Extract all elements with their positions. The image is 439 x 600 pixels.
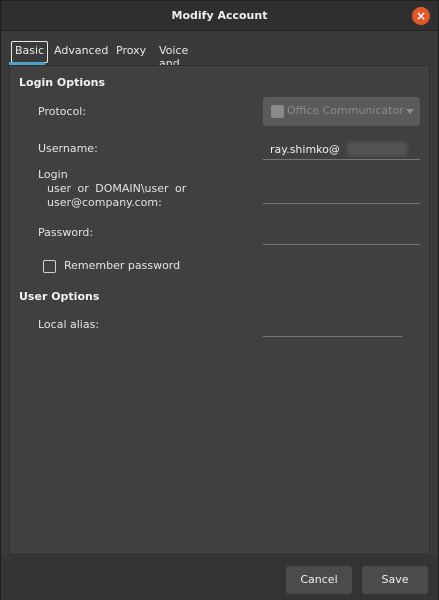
- window-title: Modify Account: [171, 9, 268, 22]
- titlebar: Modify Account ×: [1, 1, 438, 31]
- user-options-heading: User Options: [19, 290, 100, 303]
- redacted-domain: [347, 142, 407, 156]
- password-field[interactable]: [263, 223, 420, 245]
- remember-password-checkbox[interactable]: [43, 260, 56, 273]
- remember-password-label[interactable]: Remember password: [64, 259, 180, 273]
- protocol-icon: [271, 105, 284, 118]
- login-field[interactable]: [263, 182, 420, 204]
- protocol-value: Office Communicator: [287, 104, 404, 117]
- cancel-button[interactable]: Cancel: [286, 566, 352, 594]
- username-field[interactable]: ray.shimko@: [263, 138, 420, 160]
- protocol-label: Protocol:: [38, 105, 87, 118]
- password-label: Password:: [38, 226, 94, 239]
- local-alias-field[interactable]: [263, 315, 402, 337]
- protocol-select[interactable]: Office Communicator: [263, 97, 420, 126]
- login-options-heading: Login Options: [19, 76, 106, 89]
- tab-basic[interactable]: Basic: [11, 41, 49, 63]
- local-alias-label: Local alias:: [38, 318, 100, 331]
- save-button[interactable]: Save: [362, 566, 428, 594]
- login-hint-line1: user or DOMAIN\user or: [47, 182, 187, 195]
- modify-account-dialog: Modify Account × Basic Advanced Proxy Vo…: [0, 0, 439, 600]
- login-hint-line2: user@company.com:: [47, 196, 162, 209]
- close-button[interactable]: ×: [412, 7, 430, 25]
- tab-voice-and-video[interactable]: Voice and Video: [156, 41, 193, 83]
- username-value: ray.shimko@: [270, 143, 340, 156]
- tab-proxy[interactable]: Proxy: [113, 41, 149, 63]
- tab-advanced[interactable]: Advanced: [51, 41, 111, 63]
- username-label: Username:: [38, 142, 98, 155]
- chevron-down-icon: [406, 109, 414, 114]
- close-icon: ×: [415, 9, 427, 23]
- login-label: Login: [38, 168, 68, 181]
